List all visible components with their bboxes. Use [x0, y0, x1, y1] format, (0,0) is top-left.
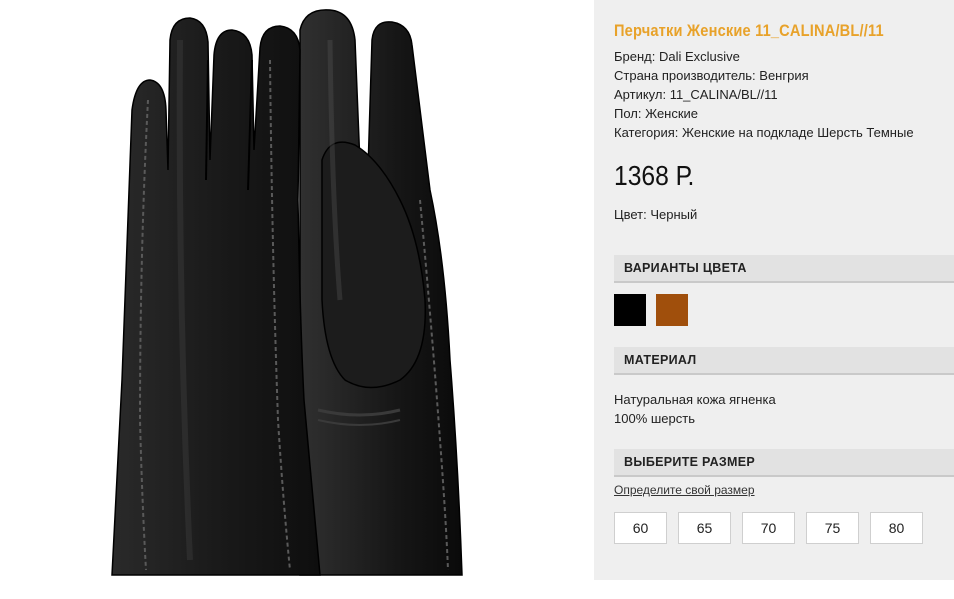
product-title: Перчатки Женские 11_CALINA/BL//11	[614, 21, 884, 40]
color-swatch-brown[interactable]	[656, 294, 688, 326]
size-header: ВЫБЕРИТЕ РАЗМЕР	[614, 449, 954, 477]
article-line: Артикул: 11_CALINA/BL//11	[614, 87, 778, 102]
product-info-panel: Перчатки Женские 11_CALINA/BL//11 Бренд:…	[594, 0, 954, 580]
product-image	[0, 0, 594, 599]
page-background	[594, 580, 954, 599]
product-price: 1368 Р.	[614, 160, 695, 191]
size-button-80[interactable]: 80	[870, 512, 923, 544]
color-swatch-black[interactable]	[614, 294, 646, 326]
material-header: МАТЕРИАЛ	[614, 347, 954, 375]
gloves-illustration	[111, 9, 463, 576]
size-button-65[interactable]: 65	[678, 512, 731, 544]
category-line: Категория: Женские на подкладе Шерсть Те…	[614, 125, 914, 140]
color-line: Цвет: Черный	[614, 207, 698, 222]
size-button-70[interactable]: 70	[742, 512, 795, 544]
material-heading: МАТЕРИАЛ	[624, 353, 697, 367]
country-line: Страна производитель: Венгрия	[614, 68, 809, 83]
brand-line: Бренд: Dali Exclusive	[614, 49, 740, 64]
material-line: Натуральная кожа ягненка	[614, 392, 776, 407]
size-heading: ВЫБЕРИТЕ РАЗМЕР	[624, 455, 756, 469]
size-button-60[interactable]: 60	[614, 512, 667, 544]
color-variants-heading: ВАРИАНТЫ ЦВЕТА	[624, 261, 747, 275]
size-button-75[interactable]: 75	[806, 512, 859, 544]
color-variants-header: ВАРИАНТЫ ЦВЕТА	[614, 255, 954, 283]
material-line: 100% шерсть	[614, 411, 695, 426]
size-guide-link[interactable]: Определите свой размер	[614, 483, 755, 497]
gender-line: Пол: Женские	[614, 106, 699, 121]
